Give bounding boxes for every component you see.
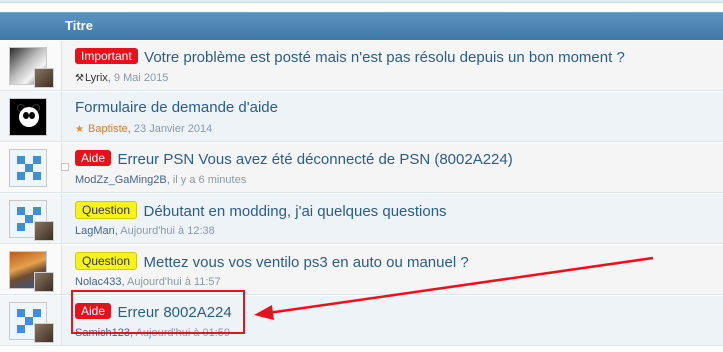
avatar-pixel (33, 207, 41, 215)
last-poster-avatar[interactable] (34, 272, 54, 292)
select-checkbox[interactable] (61, 163, 69, 171)
thread-list-header: Titre (0, 12, 723, 40)
author-link[interactable]: Lyrix (85, 72, 108, 84)
thread-row[interactable]: Formulaire de demande d'aide ★ Baptiste,… (0, 91, 723, 142)
annotation-highlight-box (71, 290, 245, 334)
author-link[interactable]: ModZz_GaMing2B (75, 174, 167, 186)
prefix-badge[interactable]: Question (75, 252, 138, 270)
avatar-pixel (17, 223, 25, 231)
thread-title-line: Important Votre problème est posté mais … (75, 48, 625, 68)
thread-title-link[interactable]: Débutant en modding, j'ai quelques quest… (143, 203, 446, 220)
thread-meta: ⚒Lyrix, 9 Mai 2015 (75, 72, 169, 84)
author-link[interactable]: Baptiste (88, 123, 128, 135)
avatar-cell (0, 194, 62, 243)
avatar-pixel (17, 325, 25, 333)
thread-date: il y a 6 minutes (172, 174, 247, 186)
thread-title-link[interactable]: Erreur PSN Vous avez été déconnecté de P… (117, 151, 512, 168)
panda-eye (29, 112, 35, 119)
avatar-pixel (17, 207, 25, 215)
avatar-pixel (25, 215, 33, 223)
thread-date: 9 Mai 2015 (113, 72, 169, 84)
thread-title-link[interactable]: Votre problème est posté mais n'est pas … (144, 49, 625, 66)
hammer-icon: ⚒ (75, 73, 84, 84)
avatar-pixel (17, 156, 25, 164)
thread-meta: ★ Baptiste, 23 Janvier 2014 (75, 123, 213, 135)
prefix-badge[interactable]: Aide (75, 150, 112, 166)
last-poster-avatar[interactable] (34, 323, 54, 343)
thread-title-line: Question Mettez vous vos ventilo ps3 en … (75, 252, 469, 272)
thread-title-line: Question Débutant en modding, j'ai quelq… (75, 201, 447, 221)
thread-row[interactable]: Question Débutant en modding, j'ai quelq… (0, 193, 723, 244)
prefix-badge[interactable]: Important (75, 48, 138, 64)
avatar-cell (0, 92, 62, 141)
avatar-pixel (25, 317, 33, 325)
avatar-pixel (33, 172, 41, 180)
thread-title-line: Aide Erreur PSN Vous avez été déconnecté… (75, 150, 513, 170)
prefix-badge[interactable]: Question (75, 201, 138, 219)
author-link[interactable]: LagMan (75, 225, 115, 237)
thread-title-line: Formulaire de demande d'aide (75, 99, 278, 119)
thread-row[interactable]: Important Votre problème est posté mais … (0, 40, 723, 91)
avatar-cell (0, 245, 62, 294)
avatar-cell (0, 143, 62, 192)
avatar-cell (0, 296, 62, 345)
author-link[interactable]: Nolac433 (75, 276, 121, 288)
thread-date: Aujourd'hui à 12:38 (120, 225, 215, 237)
column-title[interactable]: Titre (65, 18, 93, 33)
avatar[interactable] (9, 98, 47, 136)
avatar-pixel (25, 164, 33, 172)
thread-title-link[interactable]: Formulaire de demande d'aide (75, 99, 278, 116)
avatar-pixel (17, 172, 25, 180)
avatar-pixel (33, 156, 41, 164)
thread-row[interactable]: Aide Erreur PSN Vous avez été déconnecté… (0, 142, 723, 193)
star-icon: ★ (75, 124, 84, 135)
thread-meta: Nolac433, Aujourd'hui à 11:57 (75, 276, 221, 288)
thread-date: 23 Janvier 2014 (133, 123, 213, 135)
last-poster-avatar[interactable] (34, 68, 54, 88)
thread-meta: LagMan, Aujourd'hui à 12:38 (75, 225, 215, 237)
avatar-pixel (33, 309, 41, 317)
last-poster-avatar[interactable] (34, 221, 54, 241)
thread-title-link[interactable]: Mettez vous vos ventilo ps3 en auto ou m… (143, 254, 468, 271)
thread-row[interactable]: Question Mettez vous vos ventilo ps3 en … (0, 244, 723, 295)
thread-meta: ModZz_GaMing2B, il y a 6 minutes (75, 174, 247, 186)
avatar[interactable] (9, 149, 47, 187)
thread-date: Aujourd'hui à 11:57 (127, 276, 221, 288)
top-border (0, 0, 723, 3)
avatar-pixel (17, 309, 25, 317)
avatar-cell (0, 41, 62, 90)
